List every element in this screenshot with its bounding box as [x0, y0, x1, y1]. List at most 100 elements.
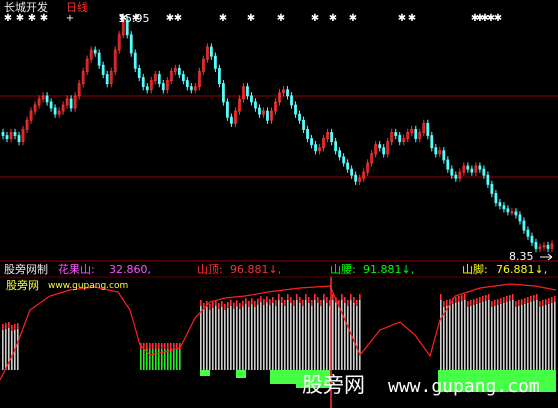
bar-body: [272, 303, 274, 370]
star-marker: ✱: [28, 13, 36, 24]
candle-body: [330, 132, 333, 143]
bar-body: [512, 300, 514, 370]
bar-top-red: [302, 300, 304, 306]
bar-top-red: [209, 304, 211, 310]
candle-body: [346, 162, 350, 170]
bar-body: [485, 301, 487, 370]
candle-body: [514, 211, 518, 216]
bar-top-red: [443, 301, 445, 307]
candle-body: [450, 168, 454, 176]
candle-body: [185, 80, 189, 88]
stock-chart[interactable]: ✱ ✱ ✱ ✱ + ✱ ✱ ✱ ✱ ✱ ✱ ✱ ✱ ✱ ✱ ✱ ✱ ✱✱✱✱✱: [0, 0, 558, 408]
candle-body: [302, 119, 305, 130]
candle-body: [434, 147, 438, 155]
bar-body: [449, 305, 451, 370]
bar-top-red: [533, 295, 535, 301]
bar-body: [149, 349, 151, 370]
bar-top-red: [491, 301, 493, 307]
bar-body: [227, 308, 229, 370]
candle-body: [486, 174, 490, 185]
bar-low-green: [270, 370, 296, 384]
bar-body: [503, 303, 505, 370]
bar-body: [533, 301, 535, 370]
bar-body: [326, 303, 328, 370]
bar-top-red: [266, 296, 268, 303]
bar-body: [17, 329, 19, 370]
bar-top-red: [539, 301, 541, 307]
bar-body: [176, 349, 178, 370]
bar-top-red: [503, 297, 505, 303]
candle-body: [526, 229, 530, 237]
low-price-label: 8.35: [509, 250, 534, 263]
bar-top-red: [221, 301, 223, 307]
bar-body: [284, 306, 286, 370]
candle-body: [466, 165, 470, 170]
bar-top-red: [485, 295, 487, 301]
bar-body: [479, 303, 481, 370]
bar-body: [173, 349, 175, 370]
bar-top-red: [530, 296, 532, 302]
bar-body: [314, 300, 316, 370]
bar-body: [527, 303, 529, 370]
bar-low-green: [200, 370, 210, 376]
candle-body: [314, 144, 317, 152]
bar-top-red: [344, 297, 346, 303]
period-label[interactable]: 日线: [66, 1, 88, 14]
candle-body: [478, 165, 482, 170]
bar-body: [446, 306, 448, 370]
bar-body: [461, 301, 463, 370]
bar-body: [302, 306, 304, 370]
bar-top-red: [170, 343, 172, 349]
bar-body: [323, 300, 325, 370]
candle-body: [250, 95, 253, 103]
bar-top-red: [524, 298, 526, 304]
watermark-url: www.gupang.com: [388, 376, 540, 397]
candle-body: [430, 135, 434, 149]
bar-body: [233, 308, 235, 370]
bar-top-red: [158, 343, 160, 349]
candle-body: [414, 129, 418, 139]
stock-title: 长城开发: [4, 1, 48, 14]
bar-top-red: [227, 302, 229, 308]
bar-body: [455, 303, 457, 370]
bar-top-red: [359, 294, 361, 300]
site-url: www.gupang.com: [48, 281, 129, 291]
bar-body: [305, 300, 307, 370]
bar-top-red: [305, 294, 307, 300]
indicator-name[interactable]: 股旁网制: [4, 263, 48, 276]
bar-body: [221, 307, 223, 370]
candle-body: [145, 86, 149, 91]
bar-body: [500, 304, 502, 370]
candle-body: [137, 67, 141, 78]
bar-top-red: [542, 300, 544, 306]
star-marker: ✱: [219, 13, 227, 24]
bar-body: [236, 306, 238, 370]
bar-top-red: [551, 297, 553, 303]
bar-body: [209, 310, 211, 370]
high-price-label: 15.95: [118, 12, 150, 25]
bar-body: [11, 331, 13, 370]
bar-body: [509, 301, 511, 370]
bar-top-red: [218, 303, 220, 309]
candle-body: [49, 101, 53, 109]
bar-body: [143, 349, 145, 370]
bar-body: [482, 302, 484, 370]
bar-body: [158, 349, 160, 370]
legend-huaguoshan-label: 花果山:: [58, 263, 95, 276]
bar-top-red: [242, 300, 244, 307]
bar-top-red: [5, 323, 7, 329]
bar-body: [281, 303, 283, 370]
legend-shanding-value: 96.881↓,: [230, 263, 282, 276]
star-marker: ✱: [398, 13, 406, 24]
candle-body: [97, 52, 101, 66]
bar-body: [257, 304, 259, 370]
star-marker: +: [66, 13, 74, 24]
bar-top-red: [470, 300, 472, 306]
bar-top-red: [239, 302, 241, 309]
bar-body: [554, 302, 556, 370]
candle-body: [177, 67, 181, 75]
bar-body: [452, 304, 454, 370]
bar-body: [506, 302, 508, 370]
bar-body: [473, 305, 475, 370]
bar-body: [530, 302, 532, 370]
